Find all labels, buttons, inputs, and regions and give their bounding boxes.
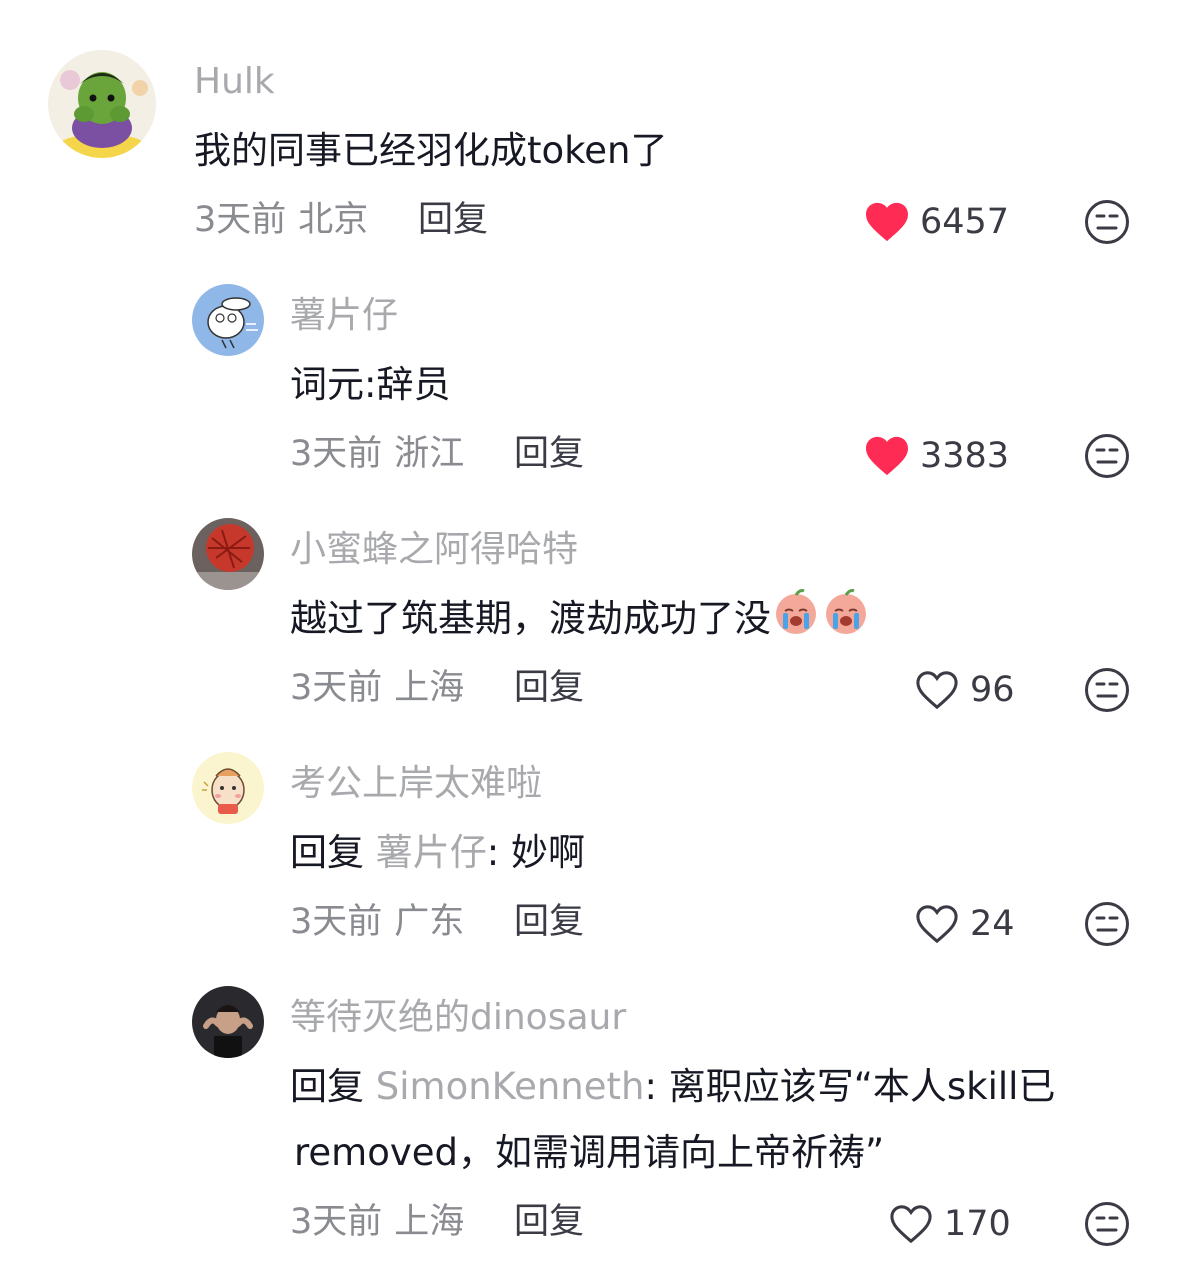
- timestamp: 3天前: [290, 434, 383, 474]
- comment-meta: 3天前 上海: [290, 1200, 464, 1244]
- comment-meta: 3天前 上海: [290, 666, 464, 710]
- man-portrait-avatar-icon: [192, 986, 264, 1058]
- comment-text: 越过了筑基期，渡劫成功了没: [290, 586, 871, 652]
- reply-button[interactable]: 回复: [514, 432, 584, 476]
- timestamp: 3天前: [290, 1202, 383, 1242]
- comment-meta: 3天前 广东: [290, 900, 464, 944]
- meh-face-icon: [1085, 668, 1129, 712]
- dislike-button[interactable]: [1084, 433, 1130, 479]
- timestamp: 3天前: [290, 902, 383, 942]
- location: 北京: [298, 200, 369, 240]
- heart-outline-icon: [890, 1205, 932, 1244]
- like-button[interactable]: 96: [914, 666, 1015, 714]
- heart-filled-icon: [866, 202, 908, 242]
- crying-face-emoji-icon: [826, 589, 866, 634]
- crying-face-emoji-icon: [776, 589, 816, 634]
- reply-button[interactable]: 回复: [514, 1200, 584, 1244]
- meh-face-icon: [1085, 434, 1129, 478]
- like-count: 6457: [920, 202, 1010, 242]
- comment-meta: 3天前 北京: [194, 198, 368, 242]
- comment-text: 词元:辞员: [290, 363, 451, 406]
- mention-link[interactable]: SimonKenneth: [376, 1065, 645, 1108]
- like-count: 3383: [920, 436, 1010, 476]
- mention-link[interactable]: 薯片仔: [376, 831, 487, 874]
- comment-text: 我的同事已经羽化成token了: [194, 129, 668, 172]
- username[interactable]: 小蜜蜂之阿得哈特: [290, 528, 578, 572]
- dislike-button[interactable]: [1084, 667, 1130, 713]
- heart-outline-icon: [916, 905, 958, 944]
- location: 广东: [394, 902, 465, 942]
- reply-button[interactable]: 回复: [514, 666, 584, 710]
- comment-text-content: 越过了筑基期，渡劫成功了没: [290, 597, 771, 640]
- avatar[interactable]: [192, 986, 264, 1058]
- like-button[interactable]: 3383: [864, 432, 1009, 480]
- location: 浙江: [394, 434, 465, 474]
- red-branches-avatar-icon: [192, 518, 264, 590]
- username[interactable]: 薯片仔: [290, 294, 398, 338]
- reply-prefix: 回复: [290, 1065, 364, 1108]
- timestamp: 3天前: [194, 200, 287, 240]
- meh-face-icon: [1085, 200, 1129, 244]
- comment-text-continued: removed，如需调用请向上帝祈祷”: [294, 1131, 885, 1174]
- dislike-button[interactable]: [1084, 1201, 1130, 1247]
- like-button[interactable]: 24: [914, 900, 1015, 948]
- location: 上海: [394, 1202, 465, 1242]
- avatar[interactable]: [192, 284, 264, 356]
- meh-face-icon: [1085, 1202, 1129, 1246]
- comment-text-content: : 离职应该写“本人skill已: [644, 1065, 1056, 1108]
- username[interactable]: Hulk: [194, 60, 275, 104]
- username[interactable]: 等待灭绝的dinosaur: [290, 996, 626, 1040]
- cartoon-rabbit-avatar-icon: [192, 284, 264, 356]
- comment-text: 回复 SimonKenneth: 离职应该写“本人skill已: [290, 1054, 1055, 1120]
- like-count: 96: [970, 670, 1015, 710]
- meh-face-icon: [1085, 902, 1129, 946]
- reply-prefix: 回复: [290, 831, 364, 874]
- comment-text-content: : 妙啊: [486, 831, 585, 874]
- timestamp: 3天前: [290, 668, 383, 708]
- reply-button[interactable]: 回复: [418, 198, 488, 242]
- cartoon-horse-avatar-icon: [192, 752, 264, 824]
- comment-text: 回复 薯片仔: 妙啊: [290, 820, 585, 886]
- like-count: 170: [944, 1204, 1011, 1244]
- avatar[interactable]: [192, 752, 264, 824]
- heart-filled-icon: [866, 436, 908, 476]
- heart-outline-icon: [916, 671, 958, 710]
- reply-button[interactable]: 回复: [514, 900, 584, 944]
- dislike-button[interactable]: [1084, 901, 1130, 947]
- avatar[interactable]: [48, 50, 156, 158]
- like-button[interactable]: 6457: [864, 198, 1009, 246]
- like-button[interactable]: 170: [888, 1200, 1011, 1248]
- location: 上海: [394, 668, 465, 708]
- like-count: 24: [970, 904, 1015, 944]
- username[interactable]: 考公上岸太难啦: [290, 762, 542, 806]
- dislike-button[interactable]: [1084, 199, 1130, 245]
- avatar[interactable]: [192, 518, 264, 590]
- hulk-toy-avatar-icon: [48, 50, 156, 158]
- comment-meta: 3天前 浙江: [290, 432, 464, 476]
